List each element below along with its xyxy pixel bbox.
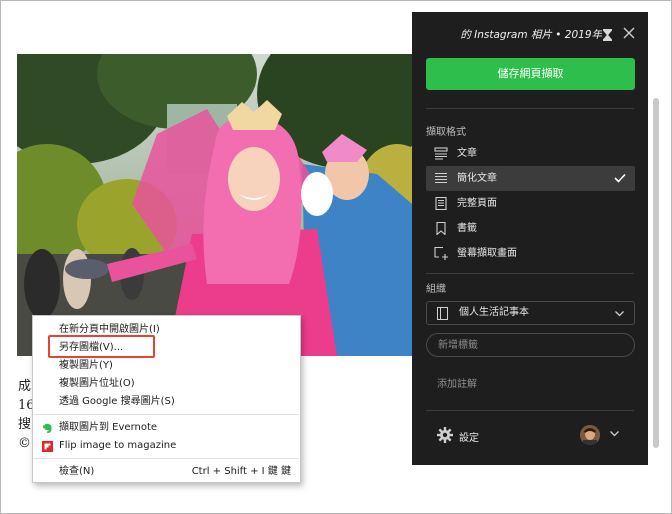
- format-label: 螢幕擷取畫面: [457, 248, 517, 259]
- menu-separator: [34, 458, 299, 459]
- menu-item-label: 透過 Google 搜尋圖片(S): [59, 396, 175, 407]
- save-clip-button[interactable]: 儲存網頁擷取: [426, 58, 635, 90]
- settings-label: 設定: [459, 433, 479, 444]
- bookmark-icon: [436, 222, 446, 235]
- account-menu-chevron-icon[interactable]: [610, 431, 619, 437]
- article-icon: [434, 147, 448, 160]
- menu-item-label: 在新分頁中開啟圖片(I): [59, 324, 160, 335]
- screenshot-icon: [434, 247, 448, 260]
- menu-item-label: 複製圖片(Y): [59, 360, 113, 371]
- notebook-icon: [437, 307, 448, 320]
- menu-item-copy-image-address[interactable]: 複製圖片位址(O): [33, 375, 300, 393]
- menu-item-flip-to-magazine[interactable]: Flip image to magazine: [33, 437, 300, 455]
- settings-button[interactable]: 設定: [437, 427, 507, 445]
- page-scrollbar[interactable]: [653, 98, 659, 448]
- menu-separator: [34, 414, 299, 415]
- format-label: 書籤: [457, 223, 477, 234]
- chevron-down-icon: [615, 311, 624, 317]
- menu-item-inspect[interactable]: 檢查(N) Ctrl + Shift + I 鍵 鍵: [33, 463, 300, 481]
- format-label: 簡化文章: [457, 173, 497, 184]
- menu-item-search-google-image[interactable]: 透過 Google 搜尋圖片(S): [33, 393, 300, 411]
- hourglass-icon: [603, 29, 612, 41]
- gear-icon: [437, 427, 453, 443]
- tag-input[interactable]: [426, 333, 635, 357]
- format-option-simplified-article[interactable]: 簡化文章: [426, 166, 635, 191]
- add-note-field[interactable]: 添加註解: [437, 375, 477, 390]
- account-avatar[interactable]: [580, 425, 600, 445]
- parade-photo[interactable]: [17, 54, 412, 356]
- menu-item-label: 擷取圖片到 Evernote: [59, 422, 158, 433]
- menu-item-label: 複製圖片位址(O): [59, 378, 135, 389]
- format-option-article[interactable]: 文章: [426, 141, 635, 166]
- checkmark-icon: [614, 173, 626, 183]
- divider: [426, 108, 634, 109]
- menu-item-copy-image[interactable]: 複製圖片(Y): [33, 357, 300, 375]
- clip-title[interactable]: 的 Instagram 相片 • 2019年: [426, 27, 602, 42]
- format-label: 文章: [457, 148, 477, 159]
- organize-heading: 組織: [426, 284, 446, 295]
- close-icon[interactable]: [622, 26, 636, 40]
- flipboard-icon: [42, 441, 53, 452]
- save-image-highlight: [48, 335, 155, 358]
- browser-page: 成 16 搜 © 在新分頁中開啟圖片(I) 另存圖檔(V)... 複製圖片(Y)…: [1, 1, 672, 514]
- format-label: 完整頁面: [457, 198, 497, 209]
- format-option-screenshot[interactable]: 螢幕擷取畫面: [426, 241, 635, 266]
- menu-item-clip-to-evernote[interactable]: 擷取圖片到 Evernote: [33, 419, 300, 437]
- format-option-full-page[interactable]: 完整頁面: [426, 191, 635, 216]
- notebook-name: 個人生活記事本: [459, 307, 529, 318]
- full-page-icon: [435, 197, 447, 210]
- menu-item-shortcut: Ctrl + Shift + I 鍵 鍵: [191, 466, 291, 477]
- menu-item-label: 檢查(N): [59, 466, 95, 477]
- format-option-bookmark[interactable]: 書籤: [426, 216, 635, 241]
- simplified-article-icon: [435, 172, 447, 184]
- evernote-clipper-panel: 的 Instagram 相片 • 2019年 儲存網頁擷取 擷取格式 文章 簡化…: [412, 12, 648, 465]
- format-heading: 擷取格式: [426, 127, 466, 138]
- context-menu: 在新分頁中開啟圖片(I) 另存圖檔(V)... 複製圖片(Y) 複製圖片位址(O…: [32, 315, 301, 483]
- notebook-select[interactable]: 個人生活記事本: [426, 301, 635, 325]
- divider: [426, 273, 634, 274]
- divider: [426, 410, 634, 411]
- menu-item-label: Flip image to magazine: [59, 440, 177, 451]
- evernote-icon: [43, 423, 52, 433]
